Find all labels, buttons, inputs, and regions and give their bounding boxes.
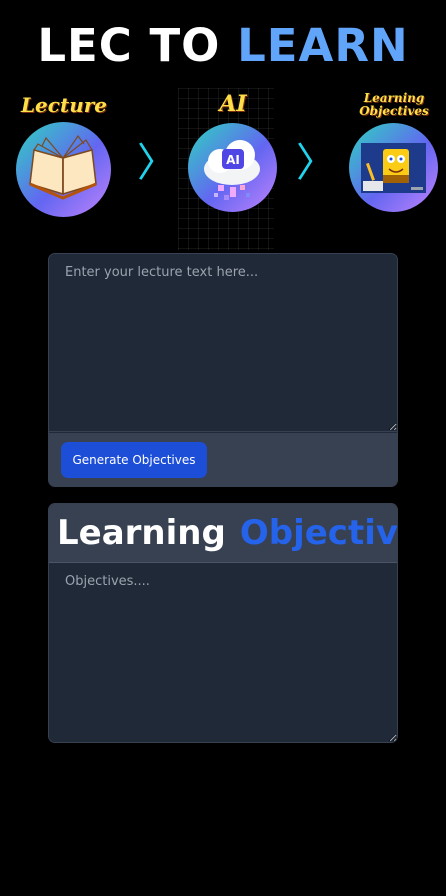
spongebob-writing-image: [349, 123, 438, 212]
lecture-input-panel: Generate Objectives: [48, 253, 398, 487]
svg-text:AI: AI: [226, 153, 240, 167]
generate-objectives-button[interactable]: Generate Objectives: [61, 442, 207, 478]
objectives-output[interactable]: [49, 564, 397, 742]
objectives-heading-part2: Objectives: [239, 513, 398, 553]
chevron-right-icon: 〉: [137, 140, 177, 186]
app-title-part2: LEARN: [237, 19, 409, 72]
objectives-heading-part1: Learning: [57, 513, 226, 553]
objectives-heading: Learning Objectives: [49, 504, 397, 563]
step-label-lecture: Lecture: [20, 93, 107, 117]
app-title-part1: LEC TO: [37, 19, 221, 72]
lecture-text-input[interactable]: [49, 254, 397, 432]
step-label-ai: AI: [219, 91, 247, 117]
chevron-right-icon: 〉: [296, 140, 336, 186]
objectives-panel: Learning Objectives: [48, 503, 398, 743]
step-label-learning-objectives: Learning Objectives: [359, 91, 429, 118]
lecture-panel-footer: Generate Objectives: [49, 433, 397, 486]
ai-cloud-icon: AI: [188, 123, 277, 212]
open-book-icon: [16, 122, 111, 217]
app-title: LEC TO LEARN: [0, 20, 446, 72]
